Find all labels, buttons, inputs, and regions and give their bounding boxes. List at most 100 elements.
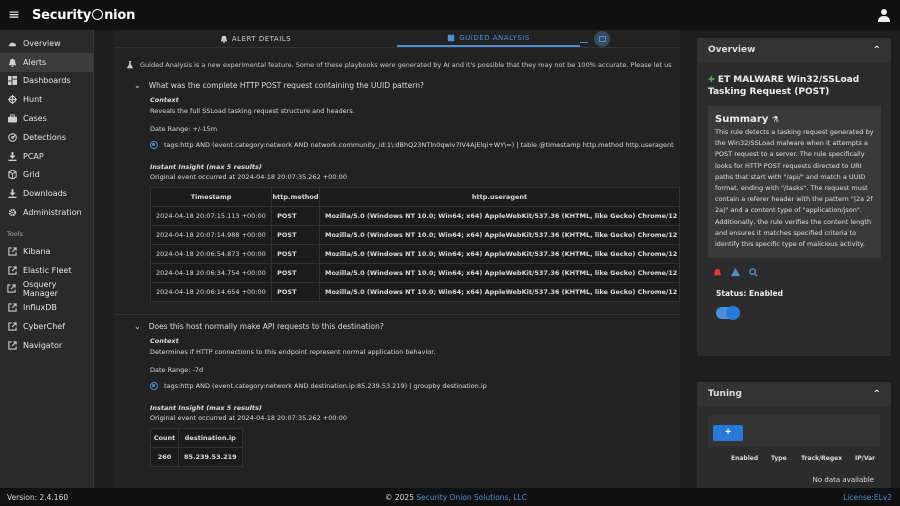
table-cell: POST bbox=[271, 206, 320, 226]
sidebar-item-label: PCAP bbox=[23, 151, 44, 161]
search-icon[interactable] bbox=[749, 268, 758, 277]
main-content: ALERT DETAILS GUIDED ANALYSIS Guided Ana… bbox=[114, 30, 680, 488]
table-cell: Mozilla/5.0 (Windows NT 10.0; Win64; x64… bbox=[318, 225, 680, 245]
external-link-icon bbox=[7, 303, 17, 313]
context-label: Context bbox=[150, 337, 179, 345]
sidebar-item-administration[interactable]: Administration bbox=[0, 203, 93, 222]
insight-table-1: Timestamp http.method http.useragent 202… bbox=[149, 187, 680, 302]
sidebar-tool-cyberchef[interactable]: CyberChef bbox=[0, 317, 93, 336]
sidebar-tool-osquery-manager[interactable]: Osquery Manager bbox=[0, 280, 93, 299]
copyright: © 2025 Security Onion Solutions, LLC bbox=[385, 492, 527, 502]
tab-guided-analysis[interactable]: GUIDED ANALYSIS bbox=[397, 30, 580, 47]
table-cell: 85.239.53.219 bbox=[178, 447, 243, 467]
insight-table-2: Count destination.ip 260 85.239.53.219 bbox=[150, 428, 243, 467]
column-header: Enabled bbox=[731, 455, 759, 462]
chevron-up-icon[interactable]: ⌃ bbox=[873, 389, 881, 400]
sidebar: Overview Alerts Dashboards Hunt Cases Detecti… bbox=[0, 30, 94, 488]
table-cell: Mozilla/5.0 (Windows NT 10.0; Win64; x64… bbox=[318, 263, 680, 283]
user-icon[interactable] bbox=[878, 8, 890, 22]
sidebar-item-alerts[interactable]: Alerts bbox=[0, 52, 93, 72]
table-cell: 2024-04-18 20:06:34.754 +00:00 bbox=[149, 263, 273, 283]
sidebar-item-cases[interactable]: Cases bbox=[0, 109, 93, 128]
sidebar-item-overview[interactable]: Overview bbox=[0, 34, 93, 53]
summary-label: Summary ⚗ bbox=[715, 114, 780, 125]
summary-box: Summary ⚗ This rule detects a tasking re… bbox=[708, 106, 881, 259]
version-text: Version: 2.4.160 bbox=[7, 492, 69, 502]
dashboard-icon bbox=[7, 76, 17, 86]
book-icon bbox=[448, 34, 455, 41]
sidebar-item-downloads[interactable]: Downloads bbox=[0, 184, 93, 203]
table-row[interactable]: 2024-04-18 20:07:14.988 +00:00 POST Mozill… bbox=[149, 225, 680, 245]
rule-title: ✚ ET MALWARE Win32/SSLoad Tasking Reques… bbox=[708, 75, 860, 97]
action-icons bbox=[708, 268, 880, 277]
gauge-icon bbox=[7, 38, 17, 48]
alert-bell-icon[interactable] bbox=[713, 268, 722, 277]
sidebar-tool-elastic-fleet[interactable]: Elastic Fleet bbox=[0, 261, 93, 280]
flask-icon: ⚗ bbox=[771, 115, 780, 124]
sidebar-item-hunt[interactable]: Hunt bbox=[0, 90, 93, 109]
summary-text: This rule detects a tasking request gene… bbox=[715, 128, 874, 249]
table-cell: 260 bbox=[150, 447, 179, 467]
table-cell: Mozilla/5.0 (Windows NT 10.0; Win64; x64… bbox=[318, 244, 680, 264]
external-link-icon bbox=[7, 265, 17, 275]
flask-icon bbox=[126, 61, 134, 69]
menu-icon[interactable]: ≡ bbox=[0, 7, 28, 23]
insight-subtitle: Original event occurred at 2024-04-18 20… bbox=[150, 414, 347, 422]
question-1-header[interactable]: ⌄ What was the complete HTTP POST reques… bbox=[114, 74, 680, 96]
toggle-knob bbox=[726, 306, 740, 321]
warning-icon[interactable] bbox=[731, 268, 740, 277]
table-row[interactable]: 2024-04-18 20:07:15.113 +00:00 POST Mozill… bbox=[149, 206, 680, 226]
company-link[interactable]: Security Onion Solutions, LLC bbox=[416, 493, 526, 502]
column-header: Type bbox=[771, 455, 787, 462]
table-cell: Mozilla/5.0 (Windows NT 10.0; Win64; x64… bbox=[318, 282, 680, 302]
context-text: Determines if HTTP connections to this e… bbox=[150, 348, 436, 356]
license-link[interactable]: License:ELv2 bbox=[843, 493, 892, 502]
status-toggle[interactable] bbox=[716, 306, 740, 321]
chevron-up-icon[interactable]: ⌃ bbox=[873, 45, 881, 56]
table-row[interactable]: 2024-04-18 20:06:54.873 +00:00 POST Mozill… bbox=[149, 244, 680, 264]
question-2-body: Context Determines if HTTP connections t… bbox=[114, 337, 680, 467]
tuning-header[interactable]: Tuning ⌃ bbox=[697, 382, 891, 406]
query-row[interactable]: tags:http AND (event.category:network AN… bbox=[150, 141, 680, 149]
minimize-icon[interactable] bbox=[580, 41, 588, 44]
question-2-header[interactable]: ⌄ Does this host normally make API reque… bbox=[114, 315, 680, 337]
sidebar-item-grid[interactable]: Grid bbox=[0, 166, 93, 185]
table-row[interactable]: 2024-04-18 20:06:14.654 +00:00 POST Mozill… bbox=[149, 282, 680, 302]
tuning-panel: Tuning ⌃ + Enabled Type Track/Regex IP/V… bbox=[697, 382, 891, 488]
download-icon bbox=[7, 189, 17, 199]
view-toggle-button[interactable] bbox=[594, 30, 610, 47]
column-header: IP/Var bbox=[855, 455, 876, 462]
sidebar-tool-influxdb[interactable]: InfluxDB bbox=[0, 298, 93, 317]
table-cell: 2024-04-18 20:06:14.654 +00:00 bbox=[149, 282, 273, 302]
tab-alert-details[interactable]: ALERT DETAILS bbox=[114, 30, 397, 47]
overview-header[interactable]: Overview ⌃ bbox=[697, 38, 891, 62]
radar-icon bbox=[7, 132, 17, 142]
top-bar: ≡ Security nion bbox=[0, 0, 900, 30]
add-tuning-button[interactable]: + bbox=[713, 424, 743, 441]
sidebar-item-label: Detections bbox=[23, 132, 67, 142]
sidebar-item-label: Grid bbox=[23, 170, 40, 180]
insight-subtitle: Original event occurred at 2024-04-18 20… bbox=[150, 173, 347, 181]
query-row[interactable]: tags:http AND (event.category:network AN… bbox=[150, 382, 680, 390]
overview-panel: Overview ⌃ ✚ ET MALWARE Win32/SSLoad Tas… bbox=[697, 38, 891, 356]
bell-icon bbox=[7, 57, 17, 67]
table-row[interactable]: 260 85.239.53.219 bbox=[150, 447, 243, 467]
sidebar-item-label: Cases bbox=[23, 114, 47, 124]
column-header: Count bbox=[150, 428, 179, 448]
query-text: tags:http AND (event.category:network AN… bbox=[164, 382, 487, 390]
query-radio-icon[interactable] bbox=[150, 382, 158, 390]
table-row[interactable]: 2024-04-18 20:06:34.754 +00:00 POST Mozill… bbox=[149, 263, 680, 283]
sidebar-tool-navigator[interactable]: Navigator bbox=[0, 336, 93, 355]
sidebar-tool-kibana[interactable]: Kibana bbox=[0, 242, 93, 261]
bell-icon bbox=[220, 35, 228, 43]
table-cell: 2024-04-18 20:07:14.988 +00:00 bbox=[149, 225, 273, 245]
sidebar-item-dashboards[interactable]: Dashboards bbox=[0, 72, 93, 91]
sidebar-item-pcap[interactable]: PCAP bbox=[0, 147, 93, 166]
table-cell: 2024-04-18 20:07:15.113 +00:00 bbox=[149, 206, 273, 226]
download-icon bbox=[7, 151, 17, 161]
date-range: Date Range: +/-15m bbox=[150, 125, 218, 133]
sidebar-item-label: Osquery Manager bbox=[22, 279, 58, 298]
sidebar-item-detections[interactable]: Detections bbox=[0, 128, 93, 147]
status-label: Status: Enabled bbox=[716, 289, 783, 299]
query-radio-icon[interactable] bbox=[150, 141, 158, 149]
